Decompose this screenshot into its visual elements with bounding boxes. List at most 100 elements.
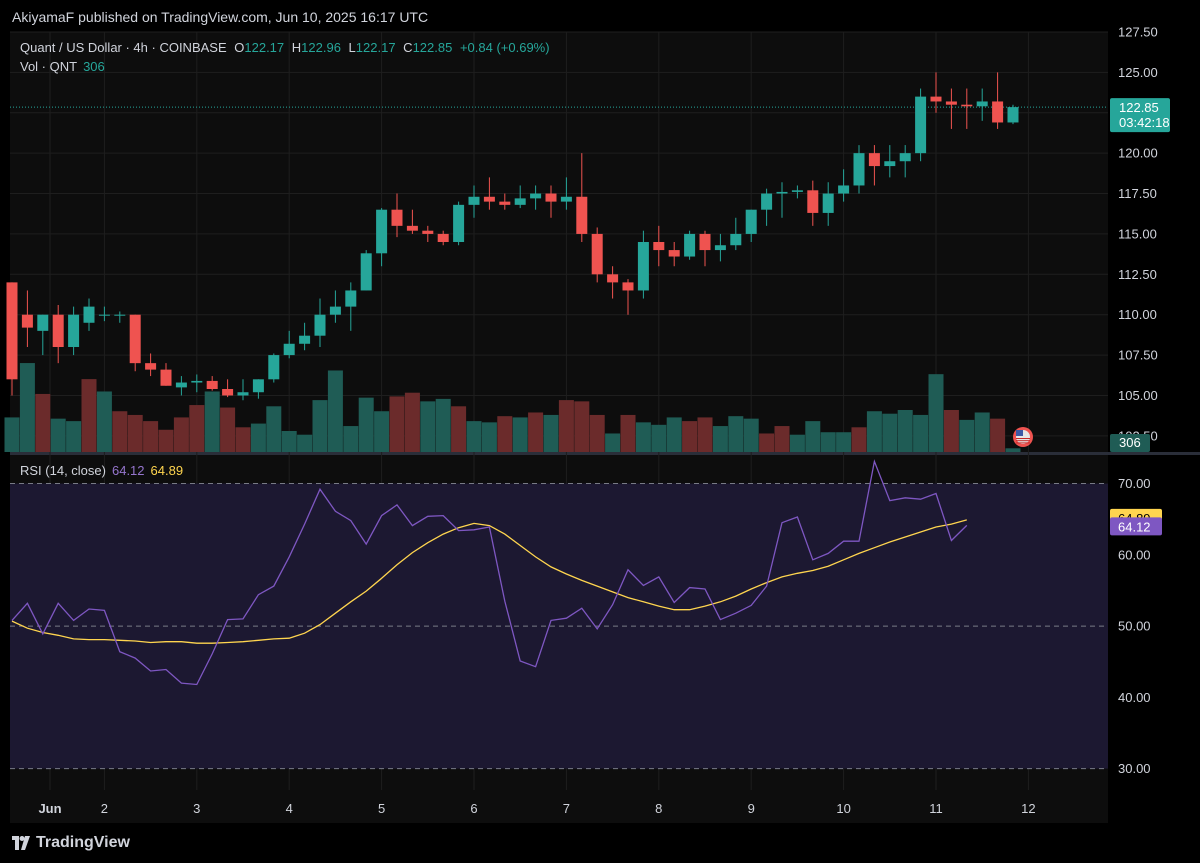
close-value: 122.85: [412, 40, 453, 55]
volume-bar: [389, 396, 405, 452]
rsi-axis-label: 60.00: [1118, 547, 1151, 562]
price-axis-label: 120.00: [1118, 146, 1158, 161]
time-axis-label: 2: [101, 801, 108, 816]
volume-bar: [605, 433, 621, 452]
symbol-label[interactable]: Quant / US Dollar · 4h · COINBASE: [20, 40, 227, 55]
candle-body: [530, 193, 542, 199]
time-axis-pane: [10, 790, 1108, 823]
candle-body: [345, 290, 357, 307]
candle-body: [976, 101, 988, 107]
volume-bar: [35, 393, 51, 452]
rsi-label[interactable]: RSI (14, close): [20, 463, 106, 478]
candle-body: [745, 209, 757, 234]
candle-body: [437, 233, 449, 242]
volume-bar: [143, 421, 159, 452]
volume-bar: [81, 379, 97, 452]
candle-body: [822, 193, 834, 213]
candle-body: [21, 314, 33, 328]
volume-bar: [836, 432, 852, 452]
volume-bar: [728, 416, 744, 452]
time-axis-label: 4: [286, 801, 293, 816]
flag-stripe: [1016, 440, 1030, 442]
volume-bar: [712, 426, 728, 452]
candle-body: [591, 233, 603, 275]
low-label: L: [348, 40, 356, 55]
time-axis-label: 11: [929, 801, 943, 816]
candle-body: [560, 196, 572, 202]
rsi-axis-label: 30.00: [1118, 761, 1151, 776]
candle-body: [360, 253, 372, 291]
rsi-tag-value: 64.12: [1118, 519, 1151, 534]
volume-bar: [451, 406, 467, 452]
candle-body: [83, 306, 95, 323]
volume-bar: [404, 392, 420, 452]
candle-body: [776, 191, 788, 194]
volume-label[interactable]: Vol · QNT: [20, 59, 77, 74]
tradingview-logo[interactable]: TradingView: [12, 834, 130, 852]
candle-body: [68, 314, 80, 347]
candle-body: [129, 314, 141, 364]
volume-bar: [574, 401, 590, 452]
candle-body: [576, 196, 588, 234]
price-axis-label: 127.50: [1118, 25, 1158, 40]
candle-body: [237, 392, 249, 396]
volume-legend: Vol · QNT 306: [20, 59, 105, 74]
candle-body: [945, 101, 957, 105]
us-flag-event-icon: [1013, 427, 1033, 447]
open-value: 122.17: [244, 40, 285, 55]
volume-bar: [481, 422, 497, 452]
rsi-ma-value: 64.89: [150, 463, 184, 478]
volume-bar: [635, 422, 651, 452]
price-tag: 122.8503:42:18: [1110, 98, 1170, 133]
volume-bar: [789, 434, 805, 452]
volume-bar: [805, 421, 821, 452]
candle-body: [930, 96, 942, 102]
brand-name: TradingView: [36, 834, 130, 851]
rsi-value: 64.12: [111, 463, 145, 478]
volume-bar: [558, 400, 574, 452]
candle-body: [114, 314, 126, 316]
candle-body: [607, 274, 619, 283]
candle-body: [992, 101, 1004, 123]
volume-bar: [913, 414, 929, 452]
candle-body: [175, 382, 187, 388]
price-legend: Quant / US Dollar · 4h · COINBASE O122.1…: [20, 40, 550, 55]
candle-body: [52, 314, 64, 347]
volume-bar: [528, 412, 544, 452]
volume-bar: [235, 427, 251, 452]
volume-bar: [420, 401, 436, 452]
candle-body: [422, 230, 434, 234]
candle-body: [807, 190, 819, 213]
volume-bar: [589, 414, 605, 452]
candle-body: [222, 389, 234, 396]
flag-stripe: [1016, 438, 1030, 439]
volume-value: 306: [83, 59, 105, 74]
price-tag-countdown: 03:42:18: [1119, 115, 1170, 130]
candle-body: [868, 153, 880, 167]
candle-body: [761, 193, 773, 210]
candle-body: [499, 201, 511, 205]
candle-body: [406, 225, 418, 231]
volume-bar: [928, 374, 944, 452]
time-axis-label: 9: [748, 801, 755, 816]
volume-bar: [220, 407, 236, 452]
volume-bar: [820, 432, 836, 452]
time-axis-label: 12: [1021, 801, 1035, 816]
candle-body: [6, 282, 18, 380]
candle-body: [853, 153, 865, 186]
candle-body: [191, 380, 203, 383]
volume-bar: [974, 412, 990, 452]
volume-bar: [959, 419, 975, 452]
volume-bar: [266, 406, 282, 452]
rsi-axis-label: 40.00: [1118, 690, 1151, 705]
volume-bar: [620, 414, 636, 452]
flag-canton: [1016, 430, 1023, 436]
time-axis-label: 5: [378, 801, 385, 816]
candle-body: [730, 233, 742, 246]
volume-bar: [374, 411, 390, 452]
candle-body: [160, 369, 172, 386]
chart-canvas[interactable]: 127.50125.00122.50120.00117.50115.00112.…: [0, 0, 1200, 823]
volume-bar: [897, 410, 913, 452]
volume-bar: [327, 370, 343, 452]
volume-bar: [250, 423, 266, 452]
